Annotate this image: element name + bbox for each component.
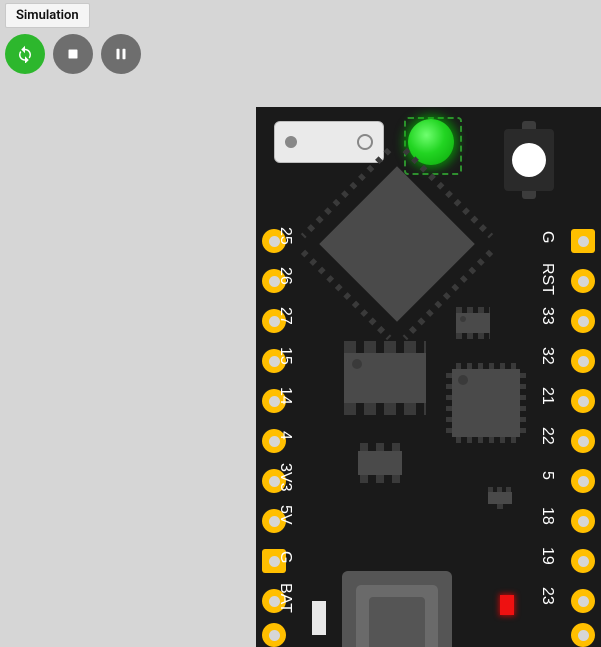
pin-label-33: 33 xyxy=(538,307,556,325)
board-pin-22[interactable] xyxy=(571,429,595,453)
board-pin-33[interactable] xyxy=(571,309,595,333)
pin-label-g-l: G xyxy=(276,551,294,563)
pin-label-rst: RST xyxy=(538,263,556,295)
board-mount-hole-bl xyxy=(262,623,286,647)
board-pin-21[interactable] xyxy=(571,389,595,413)
pin-label-25: 25 xyxy=(276,227,294,245)
pin-label-4: 4 xyxy=(276,431,294,440)
pause-button[interactable] xyxy=(101,34,141,74)
power-led xyxy=(500,595,514,615)
board-mount-hole-br xyxy=(571,623,595,647)
board-antenna-module xyxy=(274,121,384,163)
stop-button[interactable] xyxy=(53,34,93,74)
board-pin-19[interactable] xyxy=(571,549,595,573)
board-pin-5[interactable] xyxy=(571,469,595,493)
pin-label-22: 22 xyxy=(538,427,556,445)
pause-icon xyxy=(112,45,130,63)
pin-label-14: 14 xyxy=(276,387,294,405)
pin-label-5v: 5V xyxy=(276,505,294,525)
restart-icon xyxy=(16,45,34,63)
pin-label-23: 23 xyxy=(538,587,556,605)
pin-label-3v3: 3V3 xyxy=(276,463,294,491)
pin-label-27: 27 xyxy=(276,307,294,325)
simulation-tab[interactable]: Simulation xyxy=(5,3,90,28)
board-chip-8pin xyxy=(344,341,426,415)
pin-label-18: 18 xyxy=(538,507,556,525)
pin-label-15: 15 xyxy=(276,347,294,365)
board-reset-button[interactable] xyxy=(504,129,554,191)
board-bat-connector xyxy=(312,601,326,635)
pin-label-21: 21 xyxy=(538,387,556,405)
board-pin-g-right[interactable] xyxy=(571,229,595,253)
simulation-controls xyxy=(5,34,141,74)
pin-label-bat: BAT xyxy=(276,583,294,613)
mcu-leads xyxy=(328,175,466,313)
board-usb-inner2 xyxy=(369,597,425,647)
board-chip-small-1 xyxy=(456,307,490,339)
board-chip-qfn xyxy=(446,363,526,443)
simulation-tab-label: Simulation xyxy=(16,8,79,23)
board-pin-rst[interactable] xyxy=(571,269,595,293)
pin-label-26: 26 xyxy=(276,267,294,285)
board-pin-32[interactable] xyxy=(571,349,595,373)
pin-label-19: 19 xyxy=(538,547,556,565)
board-chip-tiny xyxy=(488,487,512,509)
board-pin-23[interactable] xyxy=(571,589,595,613)
pin-label-32: 32 xyxy=(538,347,556,365)
esp32-dev-board[interactable]: 25 26 27 15 14 4 3V3 5V G BAT G RST 33 3… xyxy=(256,107,601,647)
stop-icon xyxy=(64,45,82,63)
pin-label-g-r: G xyxy=(538,231,556,243)
pin-label-5: 5 xyxy=(538,471,556,480)
board-pin-18[interactable] xyxy=(571,509,595,533)
board-chip-small-2 xyxy=(358,443,402,483)
restart-button[interactable] xyxy=(5,34,45,74)
